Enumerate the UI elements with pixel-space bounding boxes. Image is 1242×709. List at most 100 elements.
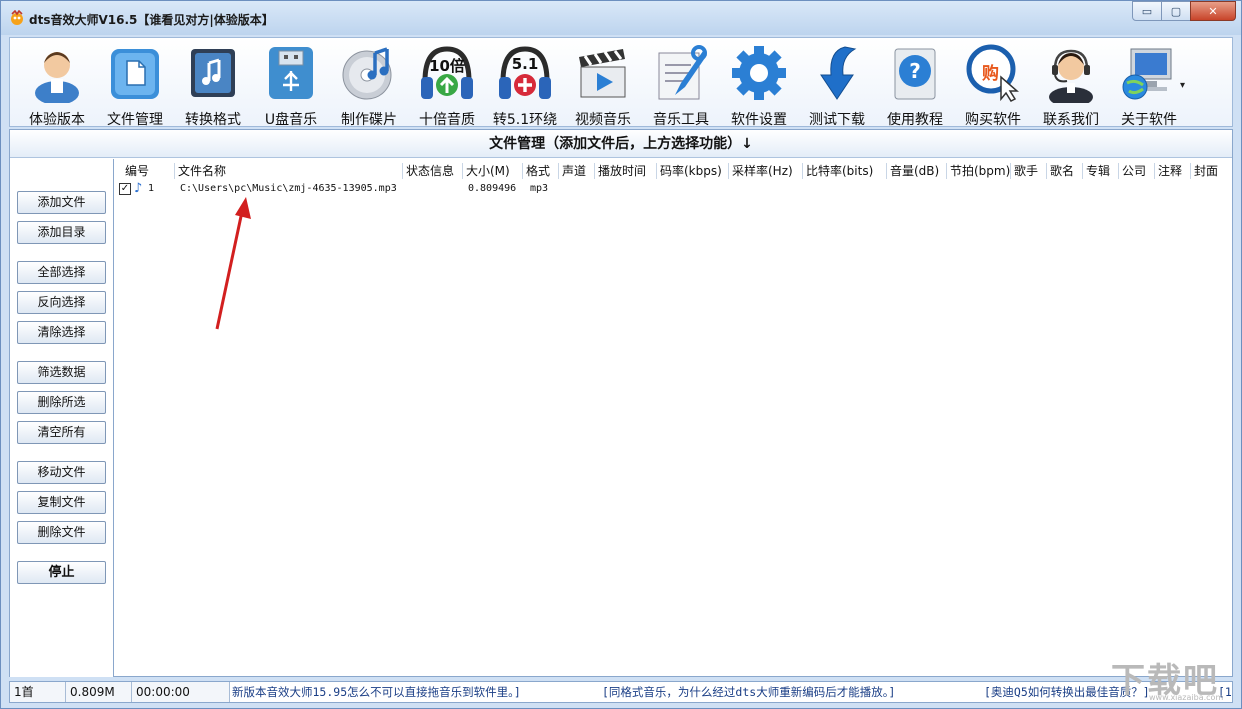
toolbar-label: U盘音乐	[264, 112, 318, 128]
surround-badge: 5.1	[511, 55, 539, 73]
ten-times-badge: 10倍	[429, 57, 465, 75]
column-header[interactable]: 封面	[1190, 163, 1226, 179]
column-header[interactable]: 歌手	[1010, 163, 1046, 179]
column-header[interactable]: 声道	[558, 163, 594, 179]
stop-button[interactable]: 停止	[17, 561, 106, 584]
main-toolbar: 体验版本 文件管理 转换格式 U盘音乐 制作碟片 10倍 十倍音质 5.1 转5…	[9, 37, 1233, 128]
buy-badge: 购	[982, 64, 999, 84]
toolbar-label: 十倍音质	[419, 112, 475, 128]
music-note-icon	[191, 49, 235, 97]
status-total-size: 0.809M	[66, 682, 132, 702]
column-header[interactable]: 播放时间	[594, 163, 656, 179]
download-icon	[820, 46, 857, 100]
computer-icon	[1122, 48, 1172, 100]
toolbar-label: 软件设置	[731, 112, 787, 128]
support-icon	[1049, 49, 1093, 103]
move-file-button[interactable]: 移动文件	[17, 461, 106, 484]
annotation-arrow-icon	[215, 197, 251, 330]
usb-icon	[269, 47, 313, 99]
column-header[interactable]: 节拍(bpm)	[946, 163, 1010, 179]
select-all-button[interactable]: 全部选择	[17, 261, 106, 284]
table-row[interactable]: ✓ ♪ 1 C:\Users\pc\Music\zmj-4635-13905.m…	[116, 181, 1230, 197]
invert-selection-button[interactable]: 反向选择	[17, 291, 106, 314]
toolbar-more-chevron-icon[interactable]: ▾	[1180, 80, 1185, 91]
toolbar-label: 视频音乐	[575, 112, 631, 128]
file-list-table[interactable]: 编号 文件名称 状态信息 大小(M) 格式 声道 播放时间 码率(kbps) 采…	[116, 161, 1230, 675]
toolbar-trial-version[interactable]: 体验版本	[18, 41, 96, 128]
window-title: dts音效大师V16.5【谁看见对方|体验版本】	[29, 13, 274, 27]
toolbar-surround-51[interactable]: 5.1 转5.1环绕	[486, 41, 564, 128]
column-header[interactable]: 码率(kbps)	[656, 163, 728, 179]
column-header[interactable]: 音量(dB)	[886, 163, 946, 179]
toolbar-video-music[interactable]: 视频音乐	[564, 41, 642, 128]
maximize-button[interactable]: ▢	[1161, 1, 1191, 21]
clear-all-button[interactable]: 清空所有	[17, 421, 106, 444]
column-header[interactable]: 比特率(bits)	[802, 163, 886, 179]
filter-data-button[interactable]: 筛选数据	[17, 361, 106, 384]
tools-icon	[658, 45, 707, 100]
clear-selection-button[interactable]: 清除选择	[17, 321, 106, 344]
column-header[interactable]: 歌名	[1046, 163, 1082, 179]
minimize-button[interactable]: ▭	[1132, 1, 1162, 21]
toolbar-label: 制作碟片	[341, 112, 397, 128]
delete-file-button[interactable]: 删除文件	[17, 521, 106, 544]
row-format: mp3	[530, 183, 549, 194]
headphones-surround-icon	[499, 46, 551, 99]
add-folder-button[interactable]: 添加目录	[17, 221, 106, 244]
toolbar-label: 联系我们	[1043, 112, 1099, 128]
column-header[interactable]: 状态信息	[402, 163, 462, 179]
toolbar-make-disc[interactable]: 制作碟片	[330, 41, 408, 128]
title-bar[interactable]: dts音效大师V16.5【谁看见对方|体验版本】 ▭ ▢ ✕	[1, 1, 1241, 35]
toolbar-label: 关于软件	[1121, 112, 1177, 128]
toolbar-label: 测试下载	[809, 112, 865, 128]
row-filename: C:\Users\pc\Music\zmj-4635-13905.mp3	[180, 183, 397, 194]
news-ticker[interactable]: 新版本音效大师15.95怎么不可以直接拖音乐到软件里。] [同格式音乐，为什么经…	[232, 682, 1232, 702]
toolbar-label: 文件管理	[107, 112, 163, 128]
window-controls: ▭ ▢ ✕	[1132, 1, 1236, 21]
add-file-button[interactable]: 添加文件	[17, 191, 106, 214]
watermark-url: www.xiazaiba.com	[1149, 693, 1224, 702]
toolbar-ten-times-quality[interactable]: 10倍 十倍音质	[408, 41, 486, 128]
gear-icon	[732, 46, 786, 100]
column-header[interactable]: 专辑	[1082, 163, 1118, 179]
column-header[interactable]: 注释	[1154, 163, 1190, 179]
toolbar-settings[interactable]: 软件设置	[720, 41, 798, 128]
close-button[interactable]: ✕	[1190, 1, 1236, 21]
app-logo-icon	[11, 10, 23, 25]
file-icon	[111, 49, 159, 99]
help-icon: ?	[894, 48, 936, 100]
column-header[interactable]: 大小(M)	[462, 163, 522, 179]
cd-icon	[342, 47, 392, 100]
delete-selected-button[interactable]: 删除所选	[17, 391, 106, 414]
copy-file-button[interactable]: 复制文件	[17, 491, 106, 514]
status-bar: 1首 0.809M 00:00:00 新版本音效大师15.95怎么不可以直接拖音…	[9, 681, 1233, 703]
toolbar-label: 使用教程	[887, 112, 943, 128]
column-header[interactable]: 编号	[122, 163, 178, 179]
toolbar-label: 转换格式	[185, 112, 241, 128]
toolbar-contact-us[interactable]: 联系我们	[1032, 41, 1110, 128]
toolbar-tutorial[interactable]: ? 使用教程	[876, 41, 954, 128]
toolbar-label: 购买软件	[965, 112, 1021, 128]
ticker-link[interactable]: 新版本音效大师15.95怎么不可以直接拖音乐到软件里。]	[232, 682, 521, 702]
svg-text:?: ?	[909, 59, 921, 83]
toolbar-about[interactable]: 关于软件	[1110, 41, 1188, 128]
status-track-count: 1首	[10, 682, 66, 702]
toolbar-label: 转5.1环绕	[492, 112, 558, 128]
column-header[interactable]: 文件名称	[174, 163, 402, 179]
user-icon	[35, 52, 79, 103]
toolbar-buy-software[interactable]: 购 购买软件	[954, 41, 1032, 128]
column-header[interactable]: 公司	[1118, 163, 1154, 179]
row-checkbox[interactable]: ✓	[119, 183, 131, 195]
toolbar-usb-music[interactable]: U盘音乐	[252, 41, 330, 128]
toolbar-test-download[interactable]: 测试下载	[798, 41, 876, 128]
file-manager-panel: 文件管理（添加文件后，上方选择功能）↓ 添加文件 添加目录 全部选择 反向选择 …	[9, 129, 1233, 677]
column-header[interactable]: 采样率(Hz)	[728, 163, 802, 179]
toolbar-music-tools[interactable]: 音乐工具	[642, 41, 720, 128]
toolbar-file-manager[interactable]: 文件管理	[96, 41, 174, 128]
toolbar-convert-format[interactable]: 转换格式	[174, 41, 252, 128]
column-header[interactable]: 格式	[522, 163, 558, 179]
ticker-link[interactable]: [同格式音乐，为什么经过dts大师重新编码后才能播放。]	[602, 682, 895, 702]
section-title: 文件管理（添加文件后，上方选择功能）↓	[10, 130, 1232, 158]
row-index: 1	[148, 183, 155, 194]
row-size: 0.809496	[468, 183, 517, 194]
